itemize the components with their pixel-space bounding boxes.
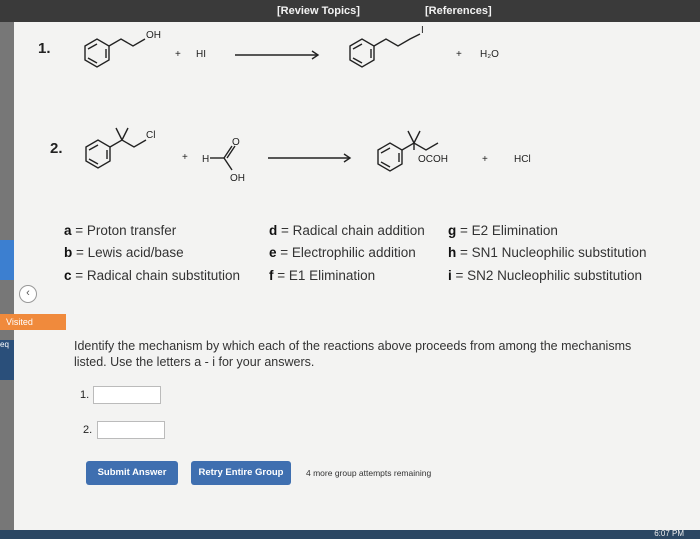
left-rail-item[interactable]: eq [0,340,14,380]
reagent-2-h: H [202,154,209,165]
answer-1-input[interactable] [93,386,161,404]
legend-text: = Electrophilic addition [276,245,416,260]
question-prompt: Identify the mechanism by which each of … [74,339,632,369]
byproduct-2: HCl [514,154,531,165]
plus-2b: + [482,154,488,165]
taskbar-clock: 6:07 PM [654,529,684,538]
legend-text: = E1 Elimination [273,268,376,283]
legend-item-a: a = Proton transfer [64,223,176,238]
reagent-2-oh: OH [230,173,245,184]
legend-letter: e [269,245,277,260]
legend-text: = Proton transfer [71,223,177,238]
attempts-remaining: 4 more group attempts remaining [306,468,432,478]
legend-text: = Radical chain substitution [71,268,240,283]
legend-item-i: i = SN2 Nucleophilic substitution [448,268,642,283]
legend-letter: b [64,245,73,260]
legend-item-e: e = Electrophilic addition [269,245,416,260]
taskbar [0,530,700,539]
answer-2-label: 2. [83,424,93,436]
left-rail-active-marker [0,240,14,280]
plus-2a: + [182,152,188,163]
legend-text: = Lewis acid/base [72,245,184,260]
legend-item-c: c = Radical chain substitution [64,268,240,283]
legend-letter: g [448,223,457,238]
legend-letter: h [448,245,457,260]
chain-2 [109,139,147,148]
answer-2-input[interactable] [97,421,165,439]
chevron-left-icon[interactable]: ‹ [19,285,37,303]
visited-badge: Visited [0,314,66,330]
plus-1b: + [456,49,462,60]
answer-1-label: 1. [80,389,90,401]
submit-answer-button[interactable]: Submit Answer [86,461,178,485]
plus-1a: + [175,49,181,60]
reaction-number-1: 1. [38,40,51,57]
legend-item-f: f = E1 Elimination [269,268,375,283]
byproduct-1: H₂O [480,49,499,60]
left-rail-item-text: eq [0,340,9,349]
reactant-2-label: Cl [146,130,155,141]
retry-group-button[interactable]: Retry Entire Group [191,461,291,485]
reaction-number-2: 2. [50,140,63,157]
legend-item-h: h = SN1 Nucleophilic substitution [448,245,646,260]
legend-text: = E2 Elimination [456,223,558,238]
reagent-2-o: O [232,137,240,148]
legend-item-b: b = Lewis acid/base [64,245,184,260]
legend-item-g: g = E2 Elimination [448,223,558,238]
product-1-label: I [421,25,424,36]
legend-letter: d [269,223,278,238]
legend-text: = SN2 Nucleophilic substitution [451,268,642,283]
legend-text: = Radical chain addition [277,223,425,238]
reagent-1: HI [196,49,206,60]
chain-1 [108,38,146,47]
legend-text: = SN1 Nucleophilic substitution [456,245,647,260]
reactant-1-label: OH [146,30,161,41]
legend-letter: c [64,268,72,283]
reaction-scheme: OH + HI I + H₂O Cl + H O OH OCOH + HCl [84,25,531,184]
legend-letter: a [64,223,72,238]
product-2-label: OCOH [418,154,448,165]
legend-item-d: d = Radical chain addition [269,223,425,238]
chain-1b [373,33,421,47]
